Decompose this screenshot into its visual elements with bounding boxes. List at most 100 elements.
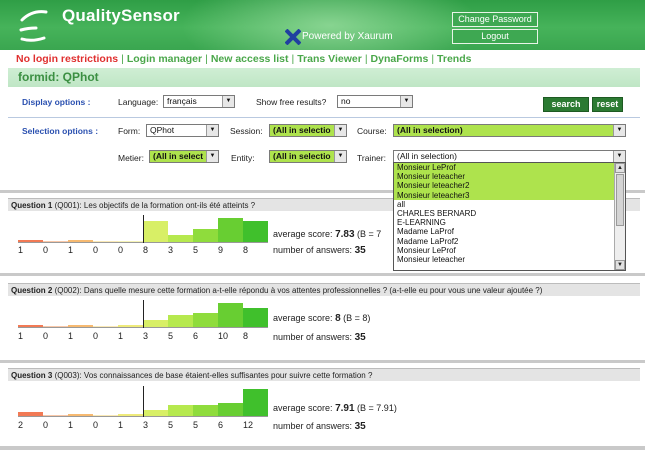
question-number: Question 1 (11, 201, 53, 210)
dropdown-option[interactable]: CHARLES BERNARD (394, 209, 625, 218)
form-select[interactable]: QPhot ▼ (146, 124, 219, 137)
score-distribution-chart (18, 386, 268, 417)
count-label: 5 (193, 245, 199, 255)
question-number: Question 3 (11, 371, 53, 380)
count-label: 5 (168, 420, 174, 430)
score-distribution-chart (18, 300, 268, 328)
qualitysensor-logo-icon (19, 10, 48, 42)
form-id-bar: formid: QPhot (8, 68, 640, 87)
average-score-label: average score: (273, 313, 333, 323)
dropdown-option[interactable]: Monsieur LeProf (394, 246, 625, 255)
count-label: 1 (68, 245, 74, 255)
logout-button[interactable]: Logout (452, 29, 538, 44)
count-label: 3 (143, 331, 149, 341)
chart-midline (143, 300, 144, 328)
free-results-label: Show free results? (256, 97, 327, 107)
header-glow (180, 0, 480, 50)
chevron-down-icon: ▼ (206, 151, 218, 162)
nav-separator: | (121, 53, 124, 65)
reset-button[interactable]: reset (592, 97, 623, 112)
count-label: 8 (243, 331, 249, 341)
dropdown-scrollbar[interactable]: ▲ ▼ (614, 163, 625, 270)
count-label: 0 (93, 245, 99, 255)
number-of-answers: number of answers: 35 (273, 332, 366, 343)
count-label: 6 (193, 331, 199, 341)
count-label: 0 (43, 420, 49, 430)
nav-dynaforms[interactable]: DynaForms (371, 53, 429, 65)
dropdown-option[interactable]: Monsieur leteacher (394, 172, 625, 182)
answers-label: number of answers: (273, 332, 353, 342)
chevron-down-icon: ▼ (222, 96, 234, 107)
free-results-select[interactable]: no ▼ (337, 95, 413, 108)
count-label: 0 (93, 420, 99, 430)
chevron-down-icon: ▼ (206, 125, 218, 136)
metier-label: Metier: (118, 153, 144, 163)
nav-separator: | (291, 53, 295, 65)
distribution-bar (218, 218, 243, 243)
language-label: Language: (118, 97, 159, 107)
average-score: average score: 8 (B = 8) (273, 313, 370, 324)
distribution-bar (243, 389, 268, 417)
nav-login-manager[interactable]: Login manager (127, 53, 202, 65)
scroll-thumb[interactable] (616, 174, 624, 226)
average-score-label: average score: (273, 229, 333, 239)
dropdown-option[interactable]: all (394, 200, 625, 209)
nav-trans-viewer[interactable]: Trans Viewer (297, 53, 362, 65)
entity-select[interactable]: (All in selectio ▼ (269, 150, 347, 163)
session-select[interactable]: (All in selectio ▼ (269, 124, 347, 137)
question-separator (0, 273, 645, 276)
answers-label: number of answers: (273, 421, 353, 431)
distribution-bar (193, 229, 218, 243)
count-label: 6 (218, 420, 224, 430)
dropdown-option[interactable]: Madame LaProf2 (394, 237, 625, 246)
distribution-bar (143, 221, 168, 243)
question-title: Question 2 (Q002): Dans quelle mesure ce… (8, 283, 640, 296)
count-label: 1 (118, 331, 124, 341)
chevron-down-icon: ▼ (400, 96, 412, 107)
dropdown-option[interactable]: E-LEARNING (394, 218, 625, 227)
distribution-bar (193, 313, 218, 328)
main-nav: No login restrictions | Login manager | New … (0, 51, 645, 68)
count-label: 1 (68, 331, 74, 341)
question-separator (0, 360, 645, 363)
dropdown-option[interactable]: Monsieur LeProf (394, 163, 625, 173)
chart-midline (143, 386, 144, 417)
language-select[interactable]: français ▼ (163, 95, 235, 108)
course-select-value: (All in selection) (397, 125, 463, 135)
metier-select[interactable]: (All in select ▼ (149, 150, 219, 163)
answers-value: 35 (354, 421, 366, 432)
question-text: (Q003): Vos connaissances de base étaien… (54, 371, 373, 380)
dropdown-option[interactable]: Monsieur leteacher3 (394, 190, 625, 200)
nav-trends[interactable]: Trends (437, 53, 471, 65)
scroll-up-icon[interactable]: ▲ (615, 163, 625, 173)
form-label: Form: (118, 126, 141, 136)
average-score-label: average score: (273, 403, 333, 413)
average-score-extra: (B = 7.91) (357, 403, 397, 413)
average-score: average score: 7.83 (B = 7 (273, 229, 381, 240)
count-label: 12 (243, 420, 254, 430)
average-score-value: 7.91 (335, 403, 355, 414)
change-password-button[interactable]: Change Password (452, 12, 538, 27)
chevron-down-icon: ▼ (613, 151, 625, 162)
average-score-value: 7.83 (335, 229, 355, 240)
nav-no-login-restrictions[interactable]: No login restrictions (16, 53, 118, 65)
count-label: 3 (143, 420, 149, 430)
search-button[interactable]: search (543, 97, 589, 112)
trainer-select-value: (All in selection) (397, 151, 457, 161)
dropdown-option[interactable]: Monsieur leteacher2 (394, 181, 625, 191)
count-label: 0 (118, 245, 124, 255)
trainer-label: Trainer: (357, 153, 386, 163)
count-label: 9 (218, 245, 224, 255)
scroll-down-icon[interactable]: ▼ (615, 260, 625, 270)
dropdown-option[interactable]: Madame LaProf (394, 227, 625, 236)
count-label: 10 (218, 331, 229, 341)
brand-name: QualitySensor (62, 6, 180, 25)
number-of-answers: number of answers: 35 (273, 421, 366, 432)
session-label: Session: (230, 126, 263, 136)
course-select[interactable]: (All in selection) ▼ (393, 124, 626, 137)
dropdown-option[interactable]: Monsieur leteacher (394, 255, 625, 264)
xaurum-logo-icon (285, 29, 301, 45)
nav-new-access-list[interactable]: New access list (211, 53, 289, 65)
trainer-dropdown-list[interactable]: Monsieur LeProf Monsieur leteacher Monsieu… (393, 162, 626, 271)
selection-options-label: Selection options : (22, 126, 99, 136)
